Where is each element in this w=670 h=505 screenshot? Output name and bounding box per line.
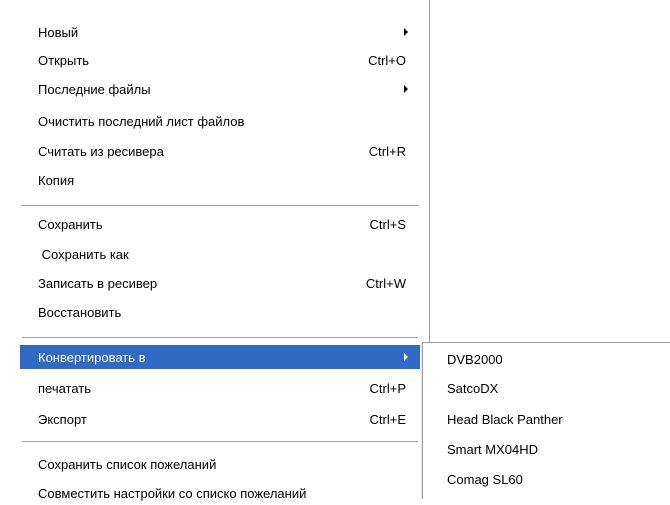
menu-item-label: Экспорт [38,411,87,427]
convert-submenu: DVB2000 SatcoDX Head Black Panther Smart… [422,342,670,499]
menu-item-copy[interactable]: Копия [20,168,420,192]
menu-item-label: Сохранить [38,216,103,232]
submenu-arrow-icon [404,353,408,361]
menu-item-label: Сохранить список пожеланий [38,456,217,472]
submenu-item-comag-sl60[interactable]: Comag SL60 [423,466,669,492]
submenu-arrow-icon [404,85,408,93]
menu-item-label: печатать [38,380,92,396]
menu-item-save[interactable]: Сохранить Ctrl+S [20,212,420,236]
menu-item-label: Восстановить [38,304,122,320]
submenu-item-dvb2000[interactable]: DVB2000 [423,346,669,372]
menu-item-label: Конвертировать в [38,349,146,365]
submenu-item-head-black-panther[interactable]: Head Black Panther [423,406,669,432]
menu-item-convert-to[interactable]: Конвертировать в [20,345,420,369]
menu-item-write-receiver[interactable]: Записать в ресивер Ctrl+W [20,271,420,295]
menu-item-shortcut: Ctrl+W [365,275,406,291]
menu-item-label: Сохранить как [38,246,129,262]
menu-item-print[interactable]: печатать Ctrl+P [20,376,420,400]
menu-item-shortcut: Ctrl+O [368,52,406,68]
menu-item-open[interactable]: Открыть Ctrl+O [20,48,420,72]
submenu-item-satcodx[interactable]: SatcoDX [423,375,669,401]
menu-item-clear-recent[interactable]: Очистить последний лист файлов [20,109,420,133]
menu-item-label: Очистить последний лист файлов [38,113,245,129]
menu-separator [22,337,418,339]
menu-item-shortcut: Ctrl+S [369,216,406,232]
menu-item-export[interactable]: Экспорт Ctrl+E [20,407,420,431]
menu-item-label: Считать из ресивера [38,143,164,159]
menu-item-new[interactable]: Новый [20,20,420,44]
menu-item-label: Последние файлы [38,81,151,97]
menu-item-shortcut: Ctrl+E [369,411,406,427]
menu-item-label: Открыть [38,52,90,68]
menu-separator [22,205,418,207]
menu-item-shortcut: Ctrl+P [369,380,406,396]
menu-item-read-receiver[interactable]: Считать из ресивера Ctrl+R [20,139,420,163]
menu-item-save-as[interactable]: Сохранить как [20,242,420,266]
menu-item-shortcut: Ctrl+R [368,143,406,159]
menu-item-label: Новый [38,24,79,40]
menu-item-save-wishlist[interactable]: Сохранить список пожеланий [20,452,420,476]
menu-item-merge-wishlist[interactable]: Совместить настройки со списко пожеланий [20,481,420,505]
menu-item-recent-files[interactable]: Последние файлы [20,77,420,101]
menu-item-label: Копия [38,172,75,188]
submenu-item-smart-mx04hd[interactable]: Smart MX04HD [423,436,669,462]
menu-item-restore[interactable]: Восстановить [20,300,420,324]
menu-separator [22,441,418,443]
menu-item-label: Записать в ресивер [38,275,158,291]
menu-item-label: Совместить настройки со списко пожеланий [38,485,307,501]
file-menu: Новый Открыть Ctrl+O Последние файлы Очи… [0,0,430,501]
submenu-arrow-icon [404,28,408,36]
